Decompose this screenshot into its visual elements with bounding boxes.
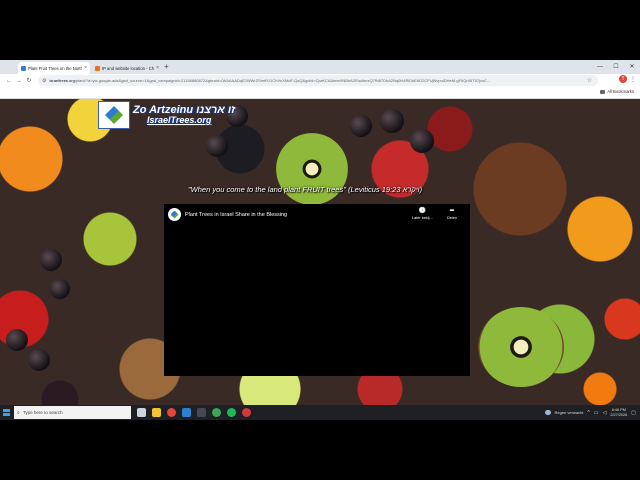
menu-icon[interactable]: ⋮ [630, 76, 636, 83]
logo-subtitle: IsraelTrees.org [147, 115, 212, 125]
close-button[interactable]: ✕ [624, 60, 640, 74]
weather-icon[interactable] [544, 410, 551, 415]
channel-avatar-icon[interactable] [168, 208, 181, 221]
system-tray: Regen verwacht ^ ▭ ◁ 8:46 PM 2/27/2026 ▢ [544, 405, 636, 420]
chevron-up-icon[interactable]: ^ [587, 410, 589, 416]
tab-label: IP and website location - Chec [102, 65, 155, 71]
tab-close-icon[interactable]: × [84, 65, 87, 71]
taskbar-apps [137, 408, 251, 417]
weather-text[interactable]: Regen verwacht [555, 410, 584, 415]
video-title[interactable]: Plant Trees in Israel Share in the Bless… [185, 212, 287, 218]
background-grape [6, 329, 28, 351]
tab-label: Plant Fruit Trees on the Northe [28, 65, 83, 71]
tab-plant-fruit-trees[interactable]: Plant Fruit Trees on the Northe × [18, 62, 90, 74]
network-icon[interactable]: ▭ [594, 410, 599, 416]
search-icon: ⌕ [17, 409, 20, 416]
screen: Plant Fruit Trees on the Northe × IP and… [0, 0, 640, 480]
bookmarks-bar: All Bookmarks [0, 87, 640, 99]
site-logo[interactable]: Zo Artzeinu זו ארצנו IsraelTrees.org [98, 101, 235, 129]
url-domain: israeltrees.org [49, 78, 75, 83]
folder-icon [600, 89, 606, 94]
share-button[interactable]: ➦ Delen [447, 208, 457, 220]
minimize-button[interactable]: — [592, 60, 608, 74]
app-red-icon[interactable] [242, 408, 251, 417]
clock-icon: 🕓 [418, 208, 427, 214]
site-info-icon[interactable]: ⚙ [42, 78, 46, 84]
maximize-button[interactable]: ☐ [608, 60, 624, 74]
browser-toolbar: ← → ↻ ⚙ israeltrees.org /plant/?a=yw-goo… [0, 74, 640, 87]
share-label: Delen [447, 216, 457, 220]
windows-logo-icon [2, 409, 10, 416]
clock[interactable]: 8:46 PM 2/27/2026 [610, 408, 627, 416]
search-placeholder: Type here to search [22, 410, 63, 415]
taskbar-search[interactable]: ⌕ Type here to search [14, 406, 131, 419]
window-controls: — ☐ ✕ [592, 60, 640, 74]
terminal-icon[interactable] [197, 408, 206, 417]
task-view-icon[interactable] [137, 408, 146, 417]
background-kiwi [276, 133, 348, 205]
video-header: Plant Trees in Israel Share in the Bless… [168, 208, 287, 221]
chrome-icon[interactable] [167, 408, 176, 417]
all-bookmarks-button[interactable]: All Bookmarks [600, 89, 634, 94]
watch-later-label: Later bekij... [412, 216, 433, 220]
all-bookmarks-label: All Bookmarks [607, 89, 634, 94]
logo-emblem-icon [98, 101, 130, 129]
reload-button[interactable]: ↻ [24, 77, 34, 84]
address-bar[interactable]: ⚙ israeltrees.org /plant/?a=yw-google-ad… [38, 75, 598, 86]
background-grape [410, 129, 434, 153]
tab-strip: Plant Fruit Trees on the Northe × IP and… [0, 60, 640, 74]
share-icon: ➦ [449, 208, 455, 214]
windows-taskbar: ⌕ Type here to search Regen verwacht ^ ▭… [0, 405, 640, 420]
notifications-icon[interactable]: ▢ [631, 410, 636, 416]
forward-button[interactable]: → [14, 78, 24, 84]
watch-later-button[interactable]: 🕓 Later bekij... [412, 208, 433, 220]
tab-ip-location[interactable]: IP and website location - Chec × [92, 62, 162, 74]
new-tab-button[interactable]: + [164, 62, 169, 72]
start-button[interactable] [0, 405, 12, 420]
bookmark-star-icon[interactable]: ☆ [587, 77, 592, 84]
background-grape [50, 279, 70, 299]
back-button[interactable]: ← [4, 78, 14, 84]
chrome-profile-icon[interactable] [212, 408, 221, 417]
store-icon[interactable] [182, 408, 191, 417]
volume-icon[interactable]: ◁ [603, 410, 607, 416]
clock-date: 2/27/2026 [610, 412, 628, 417]
background-grape [28, 349, 50, 371]
file-explorer-icon[interactable] [152, 408, 161, 417]
background-grape [40, 249, 62, 271]
url-path: /plant/?a=yw-google-ads&gad_source=1&gad… [74, 78, 491, 83]
background-kiwi [478, 307, 564, 387]
toolbar-right: T ⋮ [619, 75, 636, 83]
video-player[interactable]: Plant Trees in Israel Share in the Bless… [164, 204, 470, 376]
background-grape [380, 109, 404, 133]
tab-close-icon[interactable]: × [156, 65, 159, 71]
tab-favicon-icon [95, 65, 100, 71]
profile-avatar[interactable]: T [619, 75, 627, 83]
background-grape [350, 115, 372, 137]
spotify-icon[interactable] [227, 408, 236, 417]
logo-text: Zo Artzeinu זו ארצנו IsraelTrees.org [133, 105, 235, 125]
tab-favicon-icon [21, 65, 26, 71]
verse-text: "When you come to the land plant FRUIT t… [188, 185, 423, 194]
page-content: Zo Artzeinu זו ארצנו IsraelTrees.org "Wh… [0, 99, 640, 405]
background-grape [206, 135, 228, 157]
